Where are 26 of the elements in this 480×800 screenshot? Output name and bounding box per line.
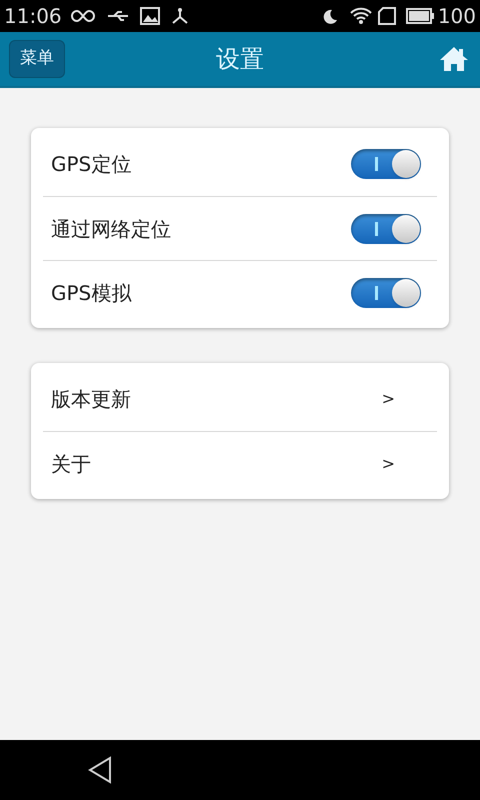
chevron: >: [382, 388, 395, 410]
home-icon[interactable]: [439, 46, 469, 72]
menu-row[interactable]: 版本更新 >: [43, 367, 437, 431]
setting-label: GPS模拟: [51, 280, 132, 306]
toggle-switch[interactable]: [351, 214, 421, 244]
menu-row[interactable]: 关于 >: [43, 431, 437, 495]
row-label: 版本更新: [51, 386, 131, 413]
row-label: 关于: [51, 450, 91, 478]
setting-label: GPS定位: [51, 151, 132, 178]
setting-label: 通过网络定位: [51, 216, 171, 242]
toggle-switch[interactable]: [351, 278, 421, 308]
status-time: 11:06: [4, 3, 62, 30]
toggle-switch[interactable]: [351, 149, 421, 179]
share-icon: [170, 7, 190, 25]
chevron: >: [382, 452, 395, 474]
page-title: 设置: [216, 44, 264, 75]
wifi-icon: [350, 7, 372, 25]
battery-icon: [406, 8, 434, 24]
infinity-icon: [70, 9, 96, 23]
usb-icon: [106, 9, 130, 23]
moon-icon: [322, 8, 338, 24]
battery-level: 100: [438, 3, 476, 30]
back-icon[interactable]: [88, 756, 112, 784]
image-icon: [140, 7, 160, 25]
menu-button[interactable]: 菜单: [9, 40, 65, 78]
sim-icon: [378, 7, 396, 25]
